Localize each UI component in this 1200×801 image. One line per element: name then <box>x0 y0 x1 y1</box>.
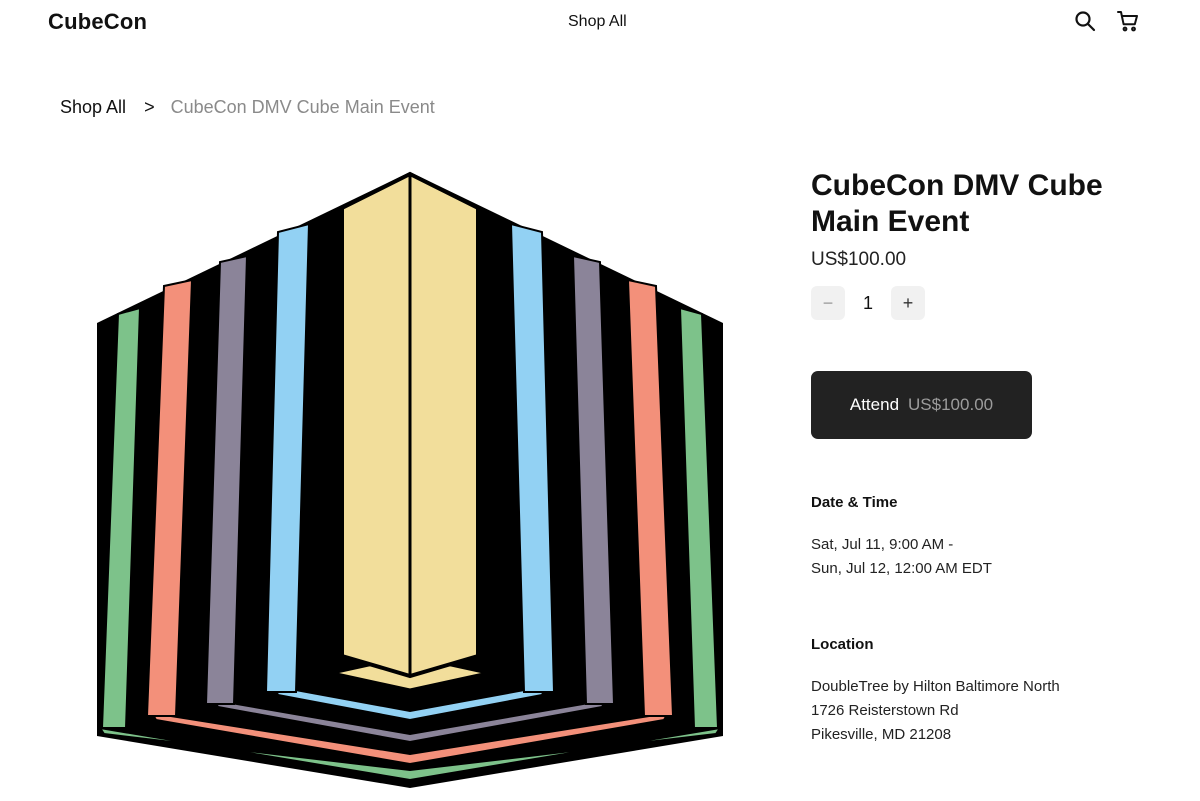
product-title: CubeCon DMV Cube Main Event <box>811 169 1103 238</box>
breadcrumb-shop-all[interactable]: Shop All <box>60 97 126 117</box>
nav-shop-all[interactable]: Shop All <box>568 13 627 31</box>
location-text: DoubleTree by Hilton Baltimore North 172… <box>811 675 1151 747</box>
product-image <box>92 168 728 793</box>
site-logo[interactable]: CubeCon <box>48 9 147 35</box>
date-time-text: Sat, Jul 11, 9:00 AM - Sun, Jul 12, 12:0… <box>811 533 1151 581</box>
cart-icon[interactable] <box>1116 9 1140 33</box>
attend-price: US$100.00 <box>908 395 994 414</box>
breadcrumb-separator: > <box>144 97 155 117</box>
breadcrumb-current: CubeCon DMV Cube Main Event <box>170 97 435 117</box>
product-info: CubeCon DMV Cube Main Event US$100.00 − … <box>811 168 1151 747</box>
quantity-value: 1 <box>862 292 873 313</box>
date-time-heading: Date & Time <box>811 494 898 511</box>
location-venue: DoubleTree by Hilton Baltimore North <box>811 678 1060 695</box>
date-time-end: Sun, Jul 12, 12:00 AM EDT <box>811 560 992 577</box>
location-heading: Location <box>811 636 874 653</box>
decrement-button[interactable]: − <box>811 286 845 320</box>
search-icon[interactable] <box>1073 9 1097 33</box>
increment-button[interactable]: + <box>891 286 925 320</box>
site-header: CubeCon Shop All <box>0 0 1200 44</box>
breadcrumb: Shop All > CubeCon DMV Cube Main Event <box>60 97 435 118</box>
quantity-stepper: − 1 + <box>811 286 1151 320</box>
attend-button[interactable]: Attend US$100.00 <box>811 371 1032 439</box>
location-street: 1726 Reisterstown Rd <box>811 702 959 719</box>
date-time-start: Sat, Jul 11, 9:00 AM - <box>811 536 954 553</box>
location-city: Pikesville, MD 21208 <box>811 726 952 743</box>
cube-illustration <box>97 171 723 788</box>
attend-label: Attend <box>849 395 900 414</box>
product-price: US$100.00 <box>811 249 907 270</box>
